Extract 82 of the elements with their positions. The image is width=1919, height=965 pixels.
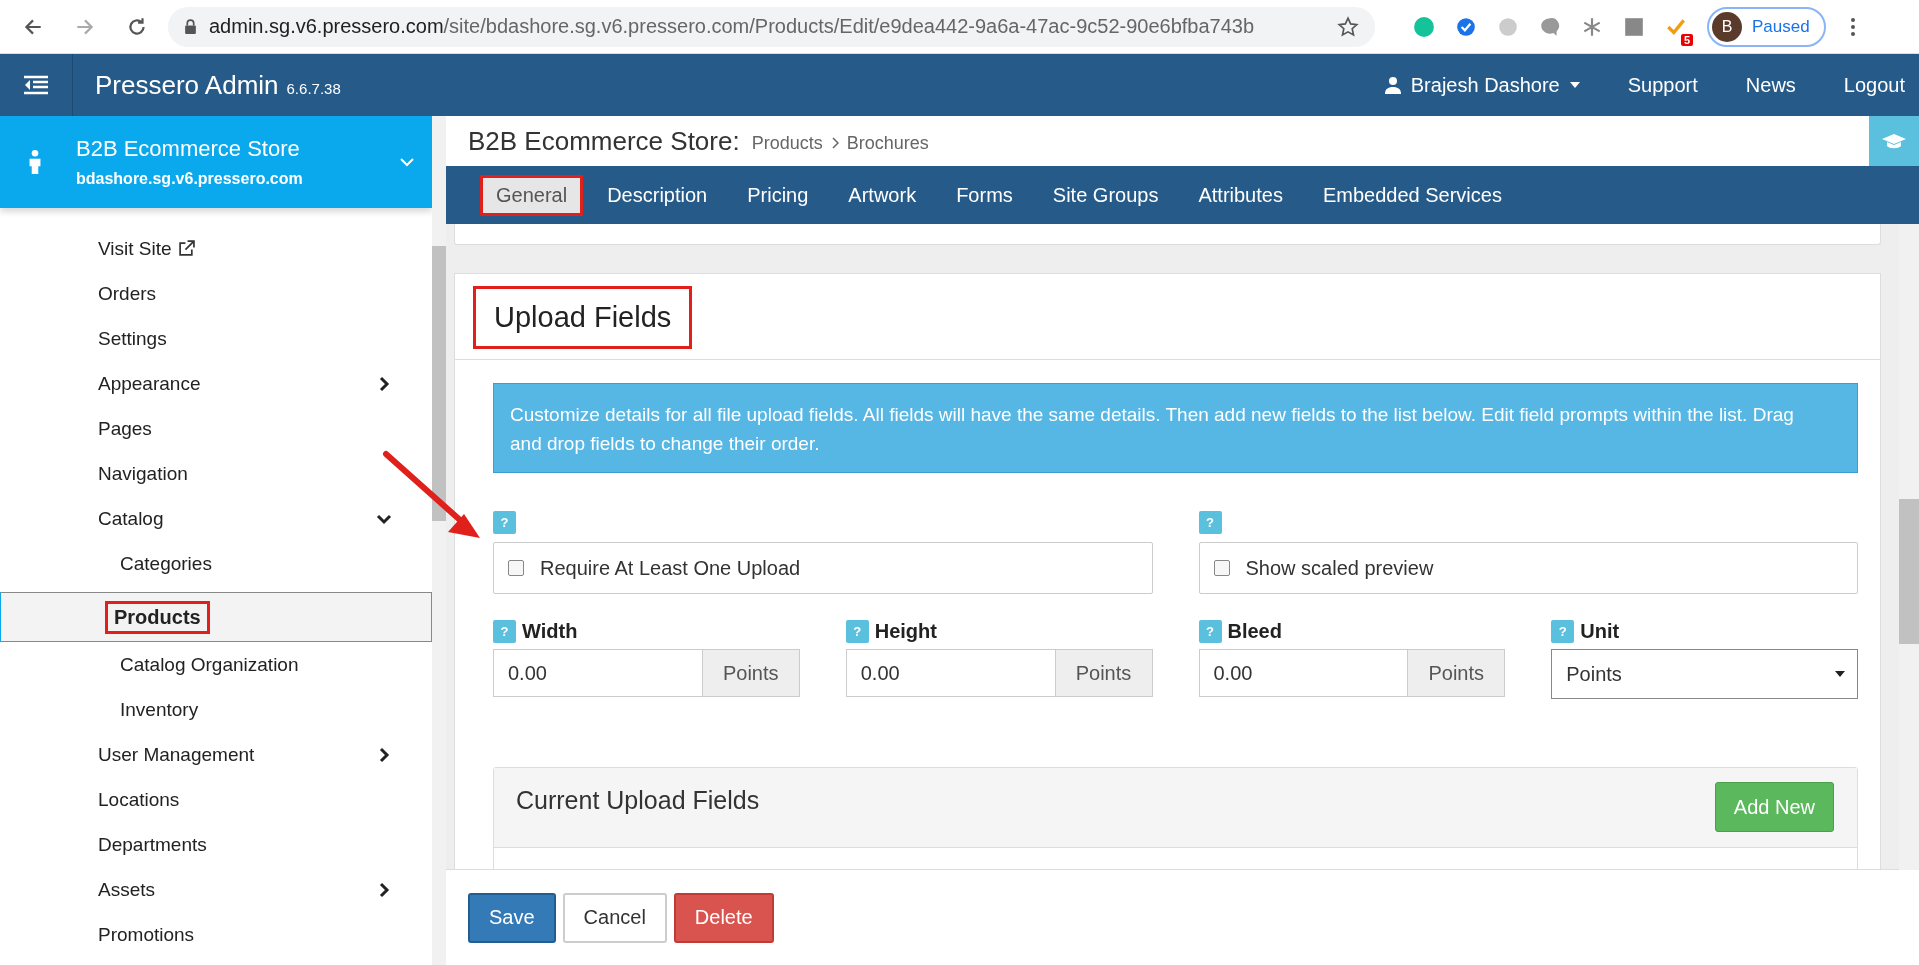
person-icon bbox=[28, 150, 42, 174]
app-title: Pressero Admin bbox=[95, 69, 279, 101]
header-link[interactable]: Logout bbox=[1843, 73, 1905, 97]
tab[interactable]: Pricing bbox=[731, 175, 825, 215]
sidebar-item[interactable]: Departments bbox=[0, 822, 432, 867]
unit-addon: Points bbox=[1408, 649, 1506, 697]
field-label: Unit bbox=[1580, 620, 1620, 643]
tab[interactable]: Description bbox=[591, 175, 724, 215]
external-link-icon bbox=[177, 240, 195, 257]
checkbox-field[interactable]: Require At Least One Upload bbox=[493, 542, 1153, 594]
sidebar-item[interactable]: Assets bbox=[0, 867, 432, 912]
scrollbar[interactable] bbox=[432, 116, 446, 965]
sidebar-toggle-icon[interactable] bbox=[23, 75, 49, 95]
sidebar-subitem[interactable]: Inventory bbox=[0, 687, 432, 732]
delete-button[interactable]: Delete bbox=[673, 892, 774, 943]
panel-title: Current Upload Fields bbox=[516, 786, 760, 816]
user-icon bbox=[1384, 76, 1401, 94]
sidebar-item[interactable]: Navigation bbox=[0, 451, 432, 496]
checkbox-label: Show scaled preview bbox=[1245, 556, 1434, 580]
unit-addon: Points bbox=[1055, 649, 1153, 697]
sidebar-item[interactable]: Orders bbox=[0, 271, 432, 316]
header-link[interactable]: Support bbox=[1627, 73, 1698, 97]
sidebar-item[interactable]: Visit Site bbox=[0, 226, 432, 271]
field-label: Width bbox=[522, 620, 578, 643]
url-text: admin.sg.v6.pressero.com/site/bdashore.sg.v6.pressero.com/Products/Edit/e9dea442-9a6a-47ac-9c52-90e6bfba743b bbox=[209, 15, 1256, 38]
chevron-down-icon bbox=[400, 157, 414, 167]
sidebar-item[interactable]: Appearance bbox=[0, 361, 432, 406]
checkbox[interactable] bbox=[508, 560, 524, 576]
section-title: Upload Fields bbox=[473, 286, 693, 349]
reload-icon[interactable] bbox=[126, 15, 148, 38]
menu-icon[interactable] bbox=[1849, 16, 1856, 37]
sidebar-item[interactable]: Catalog bbox=[0, 496, 432, 541]
cancel-button[interactable]: Cancel bbox=[562, 892, 667, 943]
page-title: B2B Ecommerce Store: bbox=[468, 125, 740, 157]
tab[interactable]: Attributes bbox=[1182, 175, 1299, 215]
checkbox[interactable] bbox=[1213, 560, 1230, 576]
chevron-right-icon bbox=[830, 137, 839, 149]
speech-bubble-icon[interactable] bbox=[1539, 15, 1561, 38]
header-link[interactable]: News bbox=[1745, 73, 1796, 97]
caret-icon bbox=[1835, 671, 1845, 677]
field-label: Height bbox=[874, 620, 937, 643]
bookmark-star-icon[interactable] bbox=[1337, 15, 1359, 38]
sidebar-item[interactable]: Settings bbox=[0, 316, 432, 361]
checkbox-field[interactable]: Show scaled preview bbox=[1198, 542, 1858, 594]
tab[interactable]: General bbox=[480, 174, 584, 216]
sidebar-item[interactable]: Promotions bbox=[0, 912, 432, 957]
breadcrumb-link[interactable]: Brochures bbox=[846, 132, 929, 154]
store-domain: bdashore.sg.v6.pressero.com bbox=[76, 170, 304, 188]
sidebar-subitem[interactable]: Categories bbox=[0, 541, 432, 586]
breadcrumb-link[interactable]: Products bbox=[751, 132, 823, 154]
tab[interactable]: Forms bbox=[940, 175, 1029, 215]
version-text: 6.6.7.38 bbox=[286, 79, 341, 97]
info-alert: Customize details for all file upload fields. All fields will have the same details. Then add new fields to the list below. Edit field prompts within the list. Drag and drop fields to change their order. bbox=[493, 383, 1858, 473]
graduation-cap-icon bbox=[1882, 133, 1906, 149]
tab[interactable]: Artwork bbox=[832, 175, 933, 215]
unit-dropdown[interactable]: Points bbox=[1551, 649, 1858, 699]
lock-icon bbox=[184, 19, 197, 34]
user-menu[interactable]: Brajesh Dashore bbox=[1384, 73, 1580, 97]
profile-button[interactable]: B Paused bbox=[1707, 6, 1826, 47]
sidebar-subitem[interactable]: Catalog Organization bbox=[0, 642, 432, 687]
tab[interactable]: Embedded Services bbox=[1306, 175, 1518, 215]
checkmark-badge-icon[interactable] bbox=[1455, 15, 1477, 38]
store-name: B2B Ecommerce Store bbox=[76, 136, 301, 162]
sidebar-item[interactable]: User Management bbox=[0, 732, 432, 777]
extension-square-icon[interactable] bbox=[1623, 15, 1645, 38]
extension-circle-icon[interactable] bbox=[1413, 15, 1435, 38]
sidebar-subitem[interactable]: Products bbox=[0, 592, 432, 642]
sidebar-item[interactable]: Locations bbox=[0, 777, 432, 822]
save-button[interactable]: Save bbox=[468, 892, 556, 943]
checkbox-label: Require At Least One Upload bbox=[540, 556, 801, 580]
field-label: Bleed bbox=[1227, 620, 1282, 643]
address-bar[interactable]: admin.sg.v6.pressero.com/site/bdashore.sg.v6.pressero.com/Products/Edit/e9dea442-9a6a-47ac-9c52-90e6bfba743b bbox=[168, 6, 1375, 47]
unit-addon: Points bbox=[702, 649, 800, 697]
sidebar-item[interactable]: Pages bbox=[0, 406, 432, 451]
snowflake-icon[interactable] bbox=[1581, 15, 1603, 38]
extension-badge: 5 bbox=[1680, 33, 1693, 46]
help-button[interactable] bbox=[1869, 116, 1919, 166]
input-field[interactable]: 0.00 bbox=[493, 649, 703, 697]
caret-icon bbox=[1569, 82, 1580, 88]
tab[interactable]: Site Groups bbox=[1036, 175, 1175, 215]
input-field[interactable]: 0.00 bbox=[1198, 649, 1409, 697]
input-field[interactable]: 0.00 bbox=[845, 649, 1056, 697]
